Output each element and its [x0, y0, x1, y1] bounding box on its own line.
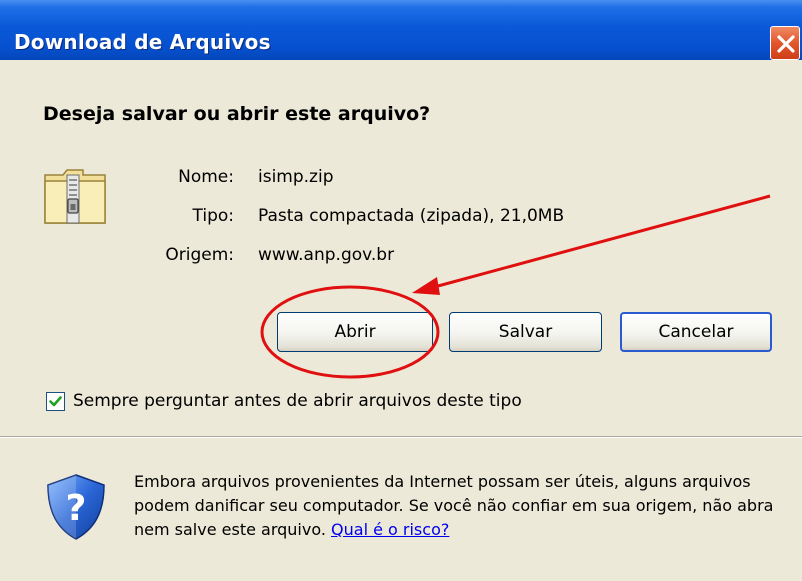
risk-link[interactable]: Qual é o risco?	[331, 520, 449, 539]
close-button[interactable]	[770, 26, 800, 60]
divider	[0, 436, 802, 438]
dialog-body: Deseja salvar ou abrir este arquivo? Nom…	[0, 60, 802, 581]
always-ask-label: Sempre perguntar antes de abrir arquivos…	[73, 391, 522, 411]
dialog-question: Deseja salvar ou abrir este arquivo?	[43, 103, 431, 125]
warning-message: Embora arquivos provenientes da Internet…	[134, 470, 774, 542]
file-origin-value: www.anp.gov.br	[258, 245, 395, 265]
title-bar[interactable]: Download de Arquivos	[0, 0, 802, 60]
save-button[interactable]: Salvar	[449, 312, 602, 352]
cancel-button[interactable]: Cancelar	[620, 312, 772, 352]
close-icon	[777, 35, 795, 53]
file-name-value: isimp.zip	[258, 167, 334, 187]
checkmark-icon	[49, 396, 62, 407]
open-button[interactable]: Abrir	[277, 312, 433, 352]
name-label: Nome:	[178, 167, 234, 187]
file-type-value: Pasta compactada (zipada), 21,0MB	[258, 206, 565, 226]
type-label: Tipo:	[192, 206, 234, 226]
window-title: Download de Arquivos	[14, 30, 271, 54]
svg-text:?: ?	[66, 488, 87, 529]
warning-text: Embora arquivos provenientes da Internet…	[134, 472, 774, 539]
shield-question-icon: ?	[47, 474, 105, 540]
origin-label: Origem:	[165, 245, 234, 265]
always-ask-checkbox[interactable]	[46, 392, 65, 411]
